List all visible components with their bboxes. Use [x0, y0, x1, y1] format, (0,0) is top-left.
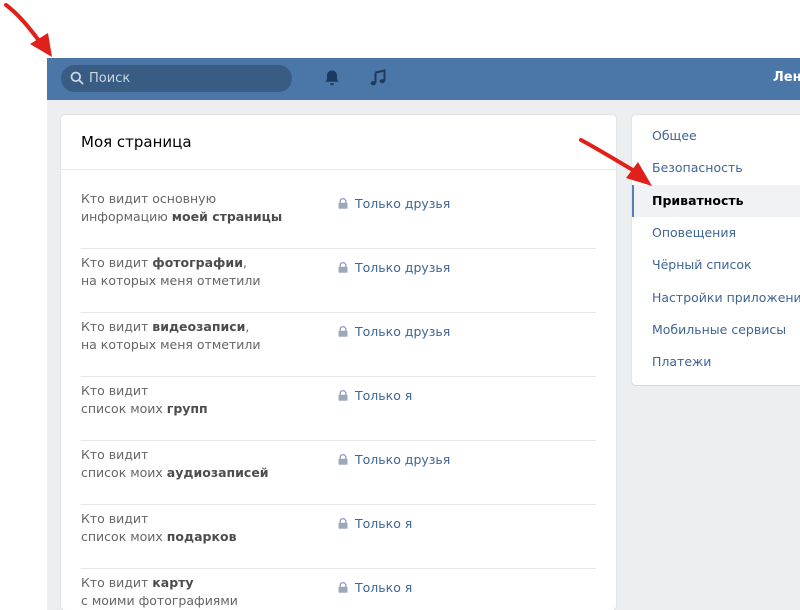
lock-icon: [338, 454, 348, 465]
search-icon: [70, 71, 84, 85]
music-note-icon[interactable]: [368, 68, 388, 88]
annotation-arrow-top-left: [4, 3, 52, 57]
privacy-value-link[interactable]: Только я: [338, 516, 412, 531]
lock-icon: [338, 390, 348, 401]
privacy-value-link[interactable]: Только друзья: [338, 452, 450, 467]
bell-icon[interactable]: [322, 68, 342, 88]
row-label: Кто видит фотографии, на которых меня от…: [81, 255, 261, 288]
annotation-arrow-privacy: [579, 138, 652, 186]
privacy-value-link[interactable]: Только друзья: [338, 324, 450, 339]
menu-item-general[interactable]: Общее: [632, 120, 800, 152]
privacy-value-link[interactable]: Только друзья: [338, 196, 450, 211]
privacy-row-photo-map: Кто видит карту с моими фотографиями Тол…: [81, 569, 596, 610]
privacy-value-link[interactable]: Только я: [338, 580, 412, 595]
menu-item-mobile-services[interactable]: Мобильные сервисы: [632, 314, 800, 346]
search-input[interactable]: [89, 65, 279, 92]
privacy-row-main-info: Кто видит основную информацию моей стран…: [81, 185, 596, 249]
lock-icon: [338, 326, 348, 337]
row-label: Кто видит видеозаписи, на которых меня о…: [81, 319, 261, 352]
menu-item-payments[interactable]: Платежи: [632, 346, 800, 378]
row-label: Кто видит карту с моими фотографиями: [81, 575, 238, 608]
card-header: Моя страница: [61, 115, 616, 170]
lock-icon: [338, 518, 348, 529]
privacy-rows: Кто видит основную информацию моей стран…: [81, 185, 596, 610]
search-box[interactable]: [61, 65, 292, 92]
menu-item-privacy[interactable]: Приватность: [632, 185, 800, 217]
privacy-row-groups: Кто видит список моих групп Только я: [81, 377, 596, 441]
top-bar: Лена: [47, 58, 800, 100]
menu-item-notifications[interactable]: Оповещения: [632, 217, 800, 249]
privacy-settings-card: Моя страница Кто видит основную информац…: [61, 115, 616, 610]
privacy-value-link[interactable]: Только я: [338, 388, 412, 403]
menu-item-blacklist[interactable]: Чёрный список: [632, 249, 800, 281]
row-label: Кто видит список моих подарков: [81, 511, 237, 544]
menu-item-security[interactable]: Безопасность: [632, 152, 800, 184]
page-title: Моя страница: [81, 133, 192, 151]
row-label: Кто видит список моих аудиозаписей: [81, 447, 269, 480]
lock-icon: [338, 262, 348, 273]
privacy-row-tagged-photos: Кто видит фотографии, на которых меня от…: [81, 249, 596, 313]
privacy-row-audio: Кто видит список моих аудиозаписей Тольк…: [81, 441, 596, 505]
row-label: Кто видит основную информацию моей стран…: [81, 191, 283, 224]
privacy-row-tagged-videos: Кто видит видеозаписи, на которых меня о…: [81, 313, 596, 377]
user-name[interactable]: Лена: [773, 70, 800, 85]
row-label: Кто видит список моих групп: [81, 383, 208, 416]
lock-icon: [338, 582, 348, 593]
lock-icon: [338, 198, 348, 209]
privacy-value-link[interactable]: Только друзья: [338, 260, 450, 275]
privacy-row-gifts: Кто видит список моих подарков Только я: [81, 505, 596, 569]
settings-menu: Общее Безопасность Приватность Оповещени…: [632, 115, 800, 385]
menu-item-app-settings[interactable]: Настройки приложений: [632, 282, 800, 314]
